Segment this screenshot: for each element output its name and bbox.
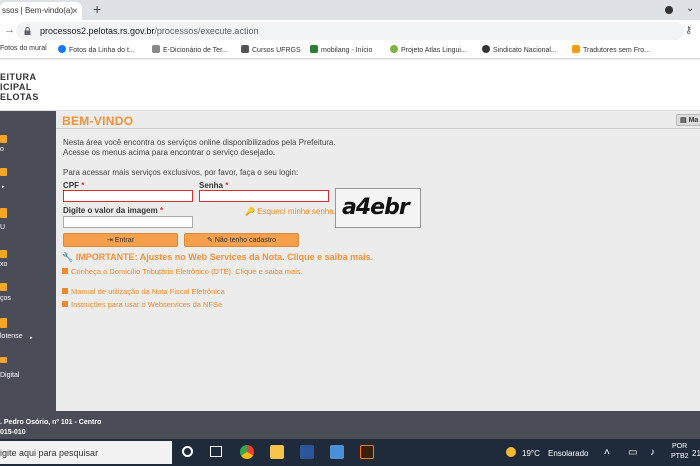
cpf-input[interactable] [63, 190, 193, 202]
lock-icon [24, 27, 31, 35]
bookmark-item[interactable]: Projeto Atlas Lingui... [390, 45, 467, 54]
language-indicator[interactable]: POR [672, 443, 687, 450]
facebook-icon [58, 45, 66, 53]
bookmark-icon [572, 45, 580, 53]
site-footer: . Pedro Osório, nº 101 - Centro 015-010 [0, 411, 700, 439]
weather-temp[interactable]: 19°C [522, 449, 540, 458]
sidebar-item[interactable]: Digital [0, 357, 56, 387]
senha-label: Senha * [199, 181, 229, 190]
tab-bar: ssos | Bem-vindo(a) × + ⌄ [0, 0, 700, 20]
menu-icon [0, 283, 7, 291]
photos-icon[interactable] [330, 445, 344, 459]
bookmark-item[interactable]: Sindicato Nacional... [482, 45, 557, 54]
footer-zip: 015-010 [0, 429, 26, 436]
bookmark-item[interactable]: Fotos da Linha do t... [58, 45, 135, 54]
document-icon [62, 288, 68, 294]
sidebar-item[interactable]: U [0, 206, 56, 236]
shield-icon [241, 45, 249, 53]
site-header: EITURA ICIPAL ELOTAS [0, 60, 700, 111]
nfe-manual-link[interactable]: Manual de utilização da Nota Fiscal Elet… [62, 287, 225, 296]
sidebar-item[interactable]: ▸ [0, 166, 56, 196]
flag-icon [310, 45, 318, 53]
document-icon [152, 45, 160, 53]
login-prompt: Para acessar mais serviços exclusivos, p… [63, 168, 299, 177]
menu-icon [0, 318, 7, 328]
volume-icon[interactable]: ♪ [650, 447, 655, 458]
bookmark-item[interactable]: E-Dicionário de Ter... [152, 45, 228, 54]
captcha-text: a4ebr [342, 195, 410, 220]
menu-icon [0, 168, 7, 176]
login-icon: ⇥ [107, 237, 113, 244]
url-input[interactable]: processos2.pelotas.rs.gov.br/processos/e… [16, 22, 684, 40]
forgot-password-link[interactable]: 🔑 Esqueci minha senha. [245, 207, 336, 216]
sidebar-item[interactable]: o [0, 133, 56, 163]
intro-text-2: Acesse os menus acima para encontrar o s… [63, 148, 276, 157]
enter-button[interactable]: ⇥ Entrar [63, 233, 178, 247]
task-view-icon[interactable] [210, 446, 222, 457]
intro-text-1: Nesta área você encontra os serviços onl… [63, 138, 336, 147]
key-icon[interactable]: ⚷ [685, 25, 692, 36]
weather-text[interactable]: Ensolarado [548, 449, 588, 458]
edit-icon: ✎ [207, 237, 213, 244]
menu-icon [0, 357, 7, 363]
keyboard-indicator[interactable]: PTB2 [671, 453, 689, 460]
profile-icon[interactable] [665, 6, 673, 14]
bookmarks-bar: Fotos do mural Fotos da Linha do t... E-… [0, 42, 700, 59]
sidebar-item[interactable]: lotense ▸ [0, 316, 56, 346]
sidebar-item[interactable]: xo [0, 248, 56, 278]
taskbar: igite aqui para pesquisar 19°C Ensolarad… [0, 439, 700, 466]
forward-icon[interactable]: → [4, 24, 15, 36]
sun-icon [506, 447, 516, 457]
captcha-input[interactable] [63, 216, 193, 228]
url-text: processos2.pelotas.rs.gov.br/processos/e… [40, 26, 259, 36]
document-icon [62, 301, 68, 307]
captcha-image: a4ebr [335, 188, 421, 228]
bookmark-item[interactable]: Tradutores sem Fro... [572, 45, 650, 54]
captcha-label: Digite o valor da imagem * [63, 206, 164, 215]
main-content: BEM-VINDO ▤ Ma Nesta área você encontra … [56, 111, 700, 411]
clock[interactable]: 21 [692, 449, 700, 458]
menu-icon [0, 135, 7, 143]
new-tab-icon[interactable]: + [93, 1, 101, 17]
tab-title: ssos | Bem-vindo(a) [2, 6, 73, 15]
taskbar-search[interactable]: igite aqui para pesquisar [0, 441, 172, 464]
chevron-up-icon[interactable]: ˄ [604, 447, 610, 458]
window-menu-icon[interactable]: ⌄ [686, 3, 694, 14]
leaf-icon [390, 45, 398, 53]
sidebar-menu: o ▸ U xo ços lotense ▸ Digital [0, 111, 56, 411]
page-title: BEM-VINDO [62, 114, 134, 128]
cortana-icon[interactable] [182, 446, 193, 457]
cpf-label: CPF * [63, 181, 85, 190]
word-icon[interactable] [300, 445, 314, 459]
bookmark-item[interactable]: Cursos UFRGS [241, 45, 301, 54]
address-bar: → processos2.pelotas.rs.gov.br/processos… [0, 20, 700, 42]
chrome-icon[interactable] [240, 445, 254, 459]
footer-address: . Pedro Osório, nº 101 - Centro [0, 419, 102, 426]
important-notice-link[interactable]: 🔧 IMPORTANTE: Ajustes no Web Services da… [62, 252, 373, 263]
title-bar: BEM-VINDO ▤ Ma [56, 111, 700, 129]
prefeitura-logo[interactable]: EITURA ICIPAL ELOTAS [0, 72, 39, 102]
password-input[interactable] [199, 190, 329, 202]
bookmark-item[interactable]: Fotos do mural [0, 45, 47, 52]
map-button[interactable]: ▤ Ma [676, 114, 700, 126]
menu-icon [0, 208, 7, 218]
illustrator-icon[interactable] [360, 445, 374, 459]
document-icon [62, 268, 68, 274]
bookmark-item[interactable]: mobilang - Início [310, 45, 372, 54]
dte-link[interactable]: Conheça o Domicílio Tributário Eletrônic… [62, 267, 303, 276]
no-account-button[interactable]: ✎ Não tenho cadastro [184, 233, 299, 247]
browser-tab[interactable]: ssos | Bem-vindo(a) × [0, 2, 82, 20]
wrench-icon: 🔧 [62, 252, 74, 262]
network-icon[interactable]: ▭ [628, 447, 637, 458]
globe-icon [482, 45, 490, 53]
menu-icon [0, 250, 7, 258]
tab-close-icon[interactable]: × [72, 6, 78, 17]
sidebar-item[interactable]: ços [0, 281, 56, 311]
nfse-webservices-link[interactable]: Instruções para usar o Webservices da NF… [62, 300, 222, 309]
folder-icon[interactable] [270, 445, 284, 459]
